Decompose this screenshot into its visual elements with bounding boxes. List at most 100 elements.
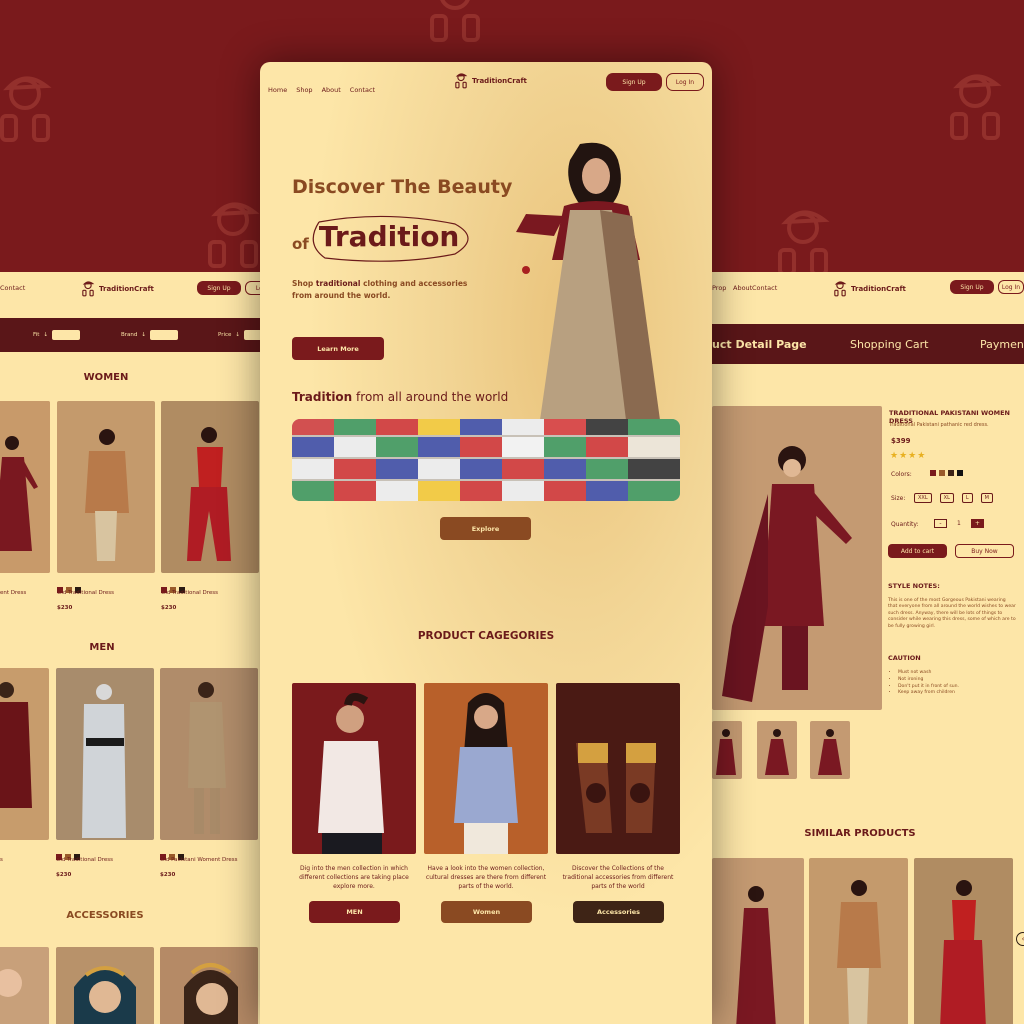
tab-payment[interactable]: Payment <box>980 338 1024 351</box>
tab-shopping-cart[interactable]: Shopping Cart <box>850 338 928 351</box>
product-categories-title: PRODUCT CAGEGORIES <box>417 630 555 642</box>
world-heading-bold: Tradition <box>292 390 353 404</box>
nav-home-link[interactable]: Home <box>268 86 287 94</box>
filter-brand[interactable]: Brand ↓ <box>121 330 178 340</box>
filter-fit[interactable]: Fit ↓ <box>33 330 81 340</box>
category-accessories-image[interactable] <box>556 683 680 854</box>
size-option[interactable]: M <box>980 493 993 503</box>
caution-list: Must not wash Not ironing Don't put it i… <box>898 670 959 697</box>
login-button[interactable]: Log In <box>998 280 1024 294</box>
category-men-image[interactable] <box>292 683 416 854</box>
brand-logo[interactable]: TraditionCraft <box>453 72 527 90</box>
product-subtitle: Traditional Pakistani pathanic red dress… <box>889 422 989 428</box>
category-women-description: Have a look into the women collection, c… <box>425 865 547 890</box>
hero-heading-line2: of Tradition <box>292 215 469 262</box>
nav-contact-link[interactable]: Contact <box>350 86 375 94</box>
brand-logo[interactable]: TraditionCraft <box>832 280 906 298</box>
signup-button[interactable]: Sign Up <box>950 280 994 294</box>
login-button[interactable]: Log In <box>666 73 704 91</box>
world-heading-rest: from all around the world <box>352 390 509 404</box>
category-accessories-description: Discover the Collections of the traditio… <box>562 865 674 890</box>
filter-input[interactable] <box>52 330 81 340</box>
product-price: $230 <box>56 872 72 878</box>
product-image[interactable] <box>0 668 49 840</box>
quantity-stepper: - 1 + <box>934 519 984 528</box>
accessories-category-button[interactable]: Accessories <box>573 901 664 923</box>
product-image[interactable] <box>0 947 49 1024</box>
background-logo-icon <box>420 0 490 50</box>
thumbnail-image[interactable] <box>712 721 742 779</box>
main-nav: Home Shop About Contact <box>268 77 384 96</box>
women-category-button[interactable]: Women <box>441 901 532 923</box>
caution-item: Must not wash <box>898 670 959 677</box>
product-title[interactable]: Old Pakistani Woment Dress <box>160 857 238 863</box>
learn-more-button[interactable]: Learn More <box>292 337 384 360</box>
size-option[interactable]: XL <box>939 493 954 503</box>
nav-shop-link[interactable]: Shop <box>296 86 312 94</box>
product-image[interactable] <box>57 401 155 573</box>
color-option[interactable] <box>938 470 945 476</box>
product-price: $230 <box>161 605 177 611</box>
buy-now-button[interactable]: Buy Now <box>955 544 1014 558</box>
thumbnail-image[interactable] <box>810 721 850 779</box>
size-option[interactable]: XXL <box>914 493 932 503</box>
product-image[interactable] <box>56 947 154 1024</box>
filter-label: Fit <box>33 332 40 338</box>
category-women-image[interactable] <box>424 683 548 854</box>
product-main-image[interactable] <box>712 406 882 710</box>
caution-item: Keep away from children <box>898 690 959 697</box>
color-option[interactable] <box>929 470 936 476</box>
color-option[interactable] <box>947 470 954 476</box>
tab-product-detail[interactable]: uct Detail Page <box>712 338 807 351</box>
qty-minus-button[interactable]: - <box>934 519 947 528</box>
checkout-tabs: uct Detail Page Shopping Cart Payment <box>712 324 1024 364</box>
caution-item: Not ironing <box>898 677 959 684</box>
filter-price[interactable]: Price ↓ <box>218 330 262 340</box>
logo-icon <box>834 281 847 297</box>
nav-about-link[interactable]: About <box>322 86 341 94</box>
product-title[interactable]: Old Traditional Dress <box>161 590 218 596</box>
arrow-down-icon: ↓ <box>141 332 146 338</box>
product-image[interactable] <box>160 947 258 1024</box>
explore-button[interactable]: Explore <box>440 517 531 540</box>
product-title[interactable]: Old Traditional Dress <box>57 590 114 596</box>
chevron-left-icon[interactable]: ‹ <box>1016 932 1024 946</box>
product-title[interactable]: ent Dress <box>0 590 26 596</box>
world-flags-banner <box>292 419 680 501</box>
background-logo-icon <box>0 70 70 150</box>
qty-plus-button[interactable]: + <box>970 519 984 528</box>
similar-product-image[interactable] <box>914 858 1013 1024</box>
men-category-button[interactable]: MEN <box>309 901 400 923</box>
similar-product-image[interactable] <box>809 858 908 1024</box>
nav-contact-link[interactable]: Contact <box>752 284 777 292</box>
nav-about-link[interactable]: About <box>733 284 752 292</box>
size-option[interactable]: L <box>961 493 973 503</box>
thumbnail-image[interactable] <box>757 721 797 779</box>
product-price: $230 <box>160 872 176 878</box>
hand-drawn-oval-icon <box>312 215 469 262</box>
add-to-cart-button[interactable]: Add to cart <box>888 544 947 558</box>
brand-logo[interactable]: TraditionCraft <box>80 280 154 298</box>
product-image[interactable] <box>161 401 259 573</box>
product-image[interactable] <box>160 668 258 840</box>
filter-input[interactable] <box>150 330 178 340</box>
hero-subtitle-bold: traditional <box>315 279 361 288</box>
color-option[interactable] <box>956 470 963 476</box>
product-title[interactable]: s <box>0 857 3 863</box>
signup-button[interactable]: Sign Up <box>606 73 662 91</box>
product-image[interactable] <box>56 668 154 840</box>
nav-contact-link[interactable]: Contact <box>0 284 25 292</box>
product-title[interactable]: Old Traditional Dress <box>56 857 113 863</box>
caution-title: CAUTION <box>888 654 921 662</box>
product-image[interactable] <box>0 401 50 573</box>
qty-value[interactable]: 1 <box>957 520 961 527</box>
similar-product-image[interactable] <box>712 858 804 1024</box>
brand-name: TraditionCraft <box>851 285 906 293</box>
similar-products-title: SIMILAR PRODUCTS <box>804 828 916 839</box>
style-notes-title: STYLE NOTES: <box>888 582 940 590</box>
category-men-description: Dig into the men collection in which dif… <box>299 865 409 890</box>
signup-button[interactable]: Sign Up <box>197 281 241 295</box>
nav-shop-link[interactable]: Prop <box>712 284 726 292</box>
style-notes-text: This is one of the most Gorgeous Pakista… <box>888 598 1016 629</box>
brand-name: TraditionCraft <box>99 285 154 293</box>
